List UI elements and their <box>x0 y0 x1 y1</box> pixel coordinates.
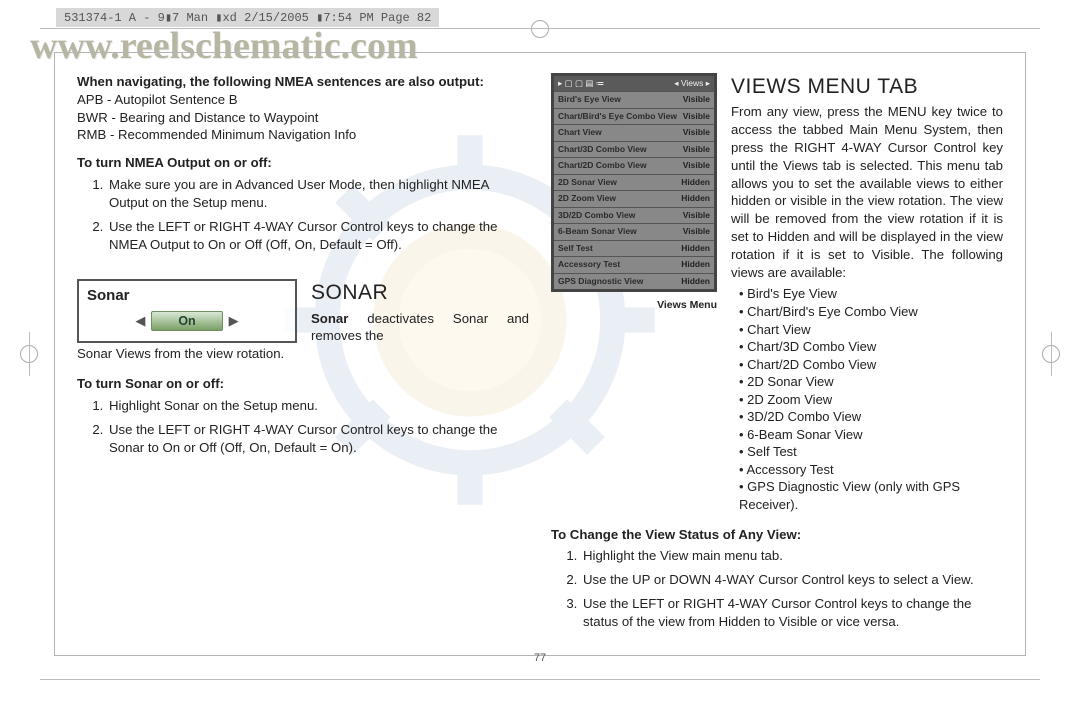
views-row-state: Visible <box>683 160 710 171</box>
nmea-line-2: BWR - Bearing and Distance to Waypoint <box>77 109 529 127</box>
page-number: 77 <box>534 652 546 664</box>
views-row-name: Chart View <box>558 127 602 138</box>
views-row-state: Visible <box>683 111 710 122</box>
views-row-name: Self Test <box>558 243 593 254</box>
views-menu-paragraph: From any view, press the MENU key twice … <box>731 103 1003 281</box>
views-row-name: 2D Zoom View <box>558 193 616 204</box>
bullet-item: 2D Zoom View <box>739 391 1003 409</box>
nmea-heading: When navigating, the following NMEA sent… <box>77 73 529 91</box>
turn-nmea-step-1: Make sure you are in Advanced User Mode,… <box>107 176 529 212</box>
change-view-heading: To Change the View Status of Any View: <box>551 526 1003 544</box>
views-row-name: Chart/Bird's Eye Combo View <box>558 111 677 122</box>
change-view-step-2: Use the UP or DOWN 4-WAY Cursor Control … <box>581 571 1003 589</box>
change-view-steps: Highlight the View main menu tab. Use th… <box>551 547 1003 630</box>
views-row-state: Visible <box>683 127 710 138</box>
views-row-state: Visible <box>683 94 710 105</box>
bullet-item: Self Test <box>739 443 1003 461</box>
views-menu-title: VIEWS MENU TAB <box>731 73 1003 101</box>
left-arrow-icon: ◀ <box>135 312 145 330</box>
views-row-state: Visible <box>683 210 710 221</box>
bullet-item: GPS Diagnostic View (only with GPS Recei… <box>739 478 1003 513</box>
right-column: ▸ ▢ ▢ ▤ ≔ ◂ Views ▸ Bird's Eye View Visib… <box>551 73 1003 641</box>
views-row: GPS Diagnostic View Hidden <box>554 273 714 289</box>
bullet-item: Bird's Eye View <box>739 285 1003 303</box>
views-row-name: Bird's Eye View <box>558 94 621 105</box>
views-row: 6-Beam Sonar View Visible <box>554 223 714 239</box>
change-view-step-3: Use the LEFT or RIGHT 4-WAY Cursor Contr… <box>581 595 1003 631</box>
nmea-line-1: APB - Autopilot Sentence B <box>77 91 529 109</box>
page-frame: When navigating, the following NMEA sent… <box>54 52 1026 656</box>
sonar-setting-box: Sonar ◀ On ▶ <box>77 279 297 343</box>
turn-sonar-heading: To turn Sonar on or off: <box>77 375 529 393</box>
turn-sonar-step-2: Use the LEFT or RIGHT 4-WAY Cursor Contr… <box>107 421 529 457</box>
views-row-name: Accessory Test <box>558 259 620 270</box>
bullet-item: 6-Beam Sonar View <box>739 426 1003 444</box>
sonar-section-title: SONAR <box>311 279 529 307</box>
nmea-line-3: RMB - Recommended Minimum Navigation Inf… <box>77 126 529 144</box>
screenshot-tabs-right: ◂ Views ▸ <box>674 78 710 89</box>
bullet-item: Chart/3D Combo View <box>739 338 1003 356</box>
left-column: When navigating, the following NMEA sent… <box>77 73 529 641</box>
views-bullet-list: Bird's Eye View Chart/Bird's Eye Combo V… <box>731 285 1003 513</box>
turn-nmea-heading: To turn NMEA Output on or off: <box>77 154 529 172</box>
bullet-item: 3D/2D Combo View <box>739 408 1003 426</box>
views-row: Self Test Hidden <box>554 240 714 256</box>
views-row: 2D Sonar View Hidden <box>554 174 714 190</box>
bullet-item: Chart/Bird's Eye Combo View <box>739 303 1003 321</box>
views-row: Chart/2D Combo View Visible <box>554 157 714 173</box>
sonar-value-pill: On <box>151 311 222 332</box>
change-view-step-1: Highlight the View main menu tab. <box>581 547 1003 565</box>
views-row: Chart/3D Combo View Visible <box>554 141 714 157</box>
views-row: Bird's Eye View Visible <box>554 91 714 107</box>
turn-sonar-steps: Highlight Sonar on the Setup menu. Use t… <box>77 397 529 456</box>
views-row: Accessory Test Hidden <box>554 256 714 272</box>
views-row-state: Hidden <box>681 193 710 204</box>
views-row-state: Visible <box>683 226 710 237</box>
views-row-state: Hidden <box>681 276 710 287</box>
bullet-item: Chart/2D Combo View <box>739 356 1003 374</box>
sonar-box-title: Sonar <box>87 286 287 306</box>
views-row-name: GPS Diagnostic View <box>558 276 643 287</box>
views-row: 2D Zoom View Hidden <box>554 190 714 206</box>
right-arrow-icon: ▶ <box>229 312 239 330</box>
sonar-run-bold: Sonar <box>311 311 348 326</box>
views-row: Chart/Bird's Eye Combo View Visible <box>554 108 714 124</box>
sonar-cont-line: Sonar Views from the view rotation. <box>77 345 529 363</box>
views-row-state: Visible <box>683 144 710 155</box>
views-row: 3D/2D Combo View Visible <box>554 207 714 223</box>
views-row-name: Chart/3D Combo View <box>558 144 647 155</box>
views-row-state: Hidden <box>681 243 710 254</box>
sonar-sentence: Sonar deactivates Sonar and removes the <box>311 310 529 346</box>
views-row-state: Hidden <box>681 177 710 188</box>
turn-nmea-steps: Make sure you are in Advanced User Mode,… <box>77 176 529 253</box>
turn-sonar-step-1: Highlight Sonar on the Setup menu. <box>107 397 529 415</box>
views-row-name: 2D Sonar View <box>558 177 617 188</box>
views-row-state: Hidden <box>681 259 710 270</box>
views-row-name: 6-Beam Sonar View <box>558 226 637 237</box>
views-menu-caption: Views Menu <box>551 298 717 312</box>
turn-nmea-step-2: Use the LEFT or RIGHT 4-WAY Cursor Contr… <box>107 218 529 254</box>
views-row-name: 3D/2D Combo View <box>558 210 635 221</box>
views-menu-screenshot: ▸ ▢ ▢ ▤ ≔ ◂ Views ▸ Bird's Eye View Visib… <box>551 73 717 292</box>
views-row: Chart View Visible <box>554 124 714 140</box>
bullet-item: 2D Sonar View <box>739 373 1003 391</box>
bullet-item: Chart View <box>739 321 1003 339</box>
bullet-item: Accessory Test <box>739 461 1003 479</box>
screenshot-tabs-left: ▸ ▢ ▢ ▤ ≔ <box>558 78 604 89</box>
views-row-name: Chart/2D Combo View <box>558 160 647 171</box>
